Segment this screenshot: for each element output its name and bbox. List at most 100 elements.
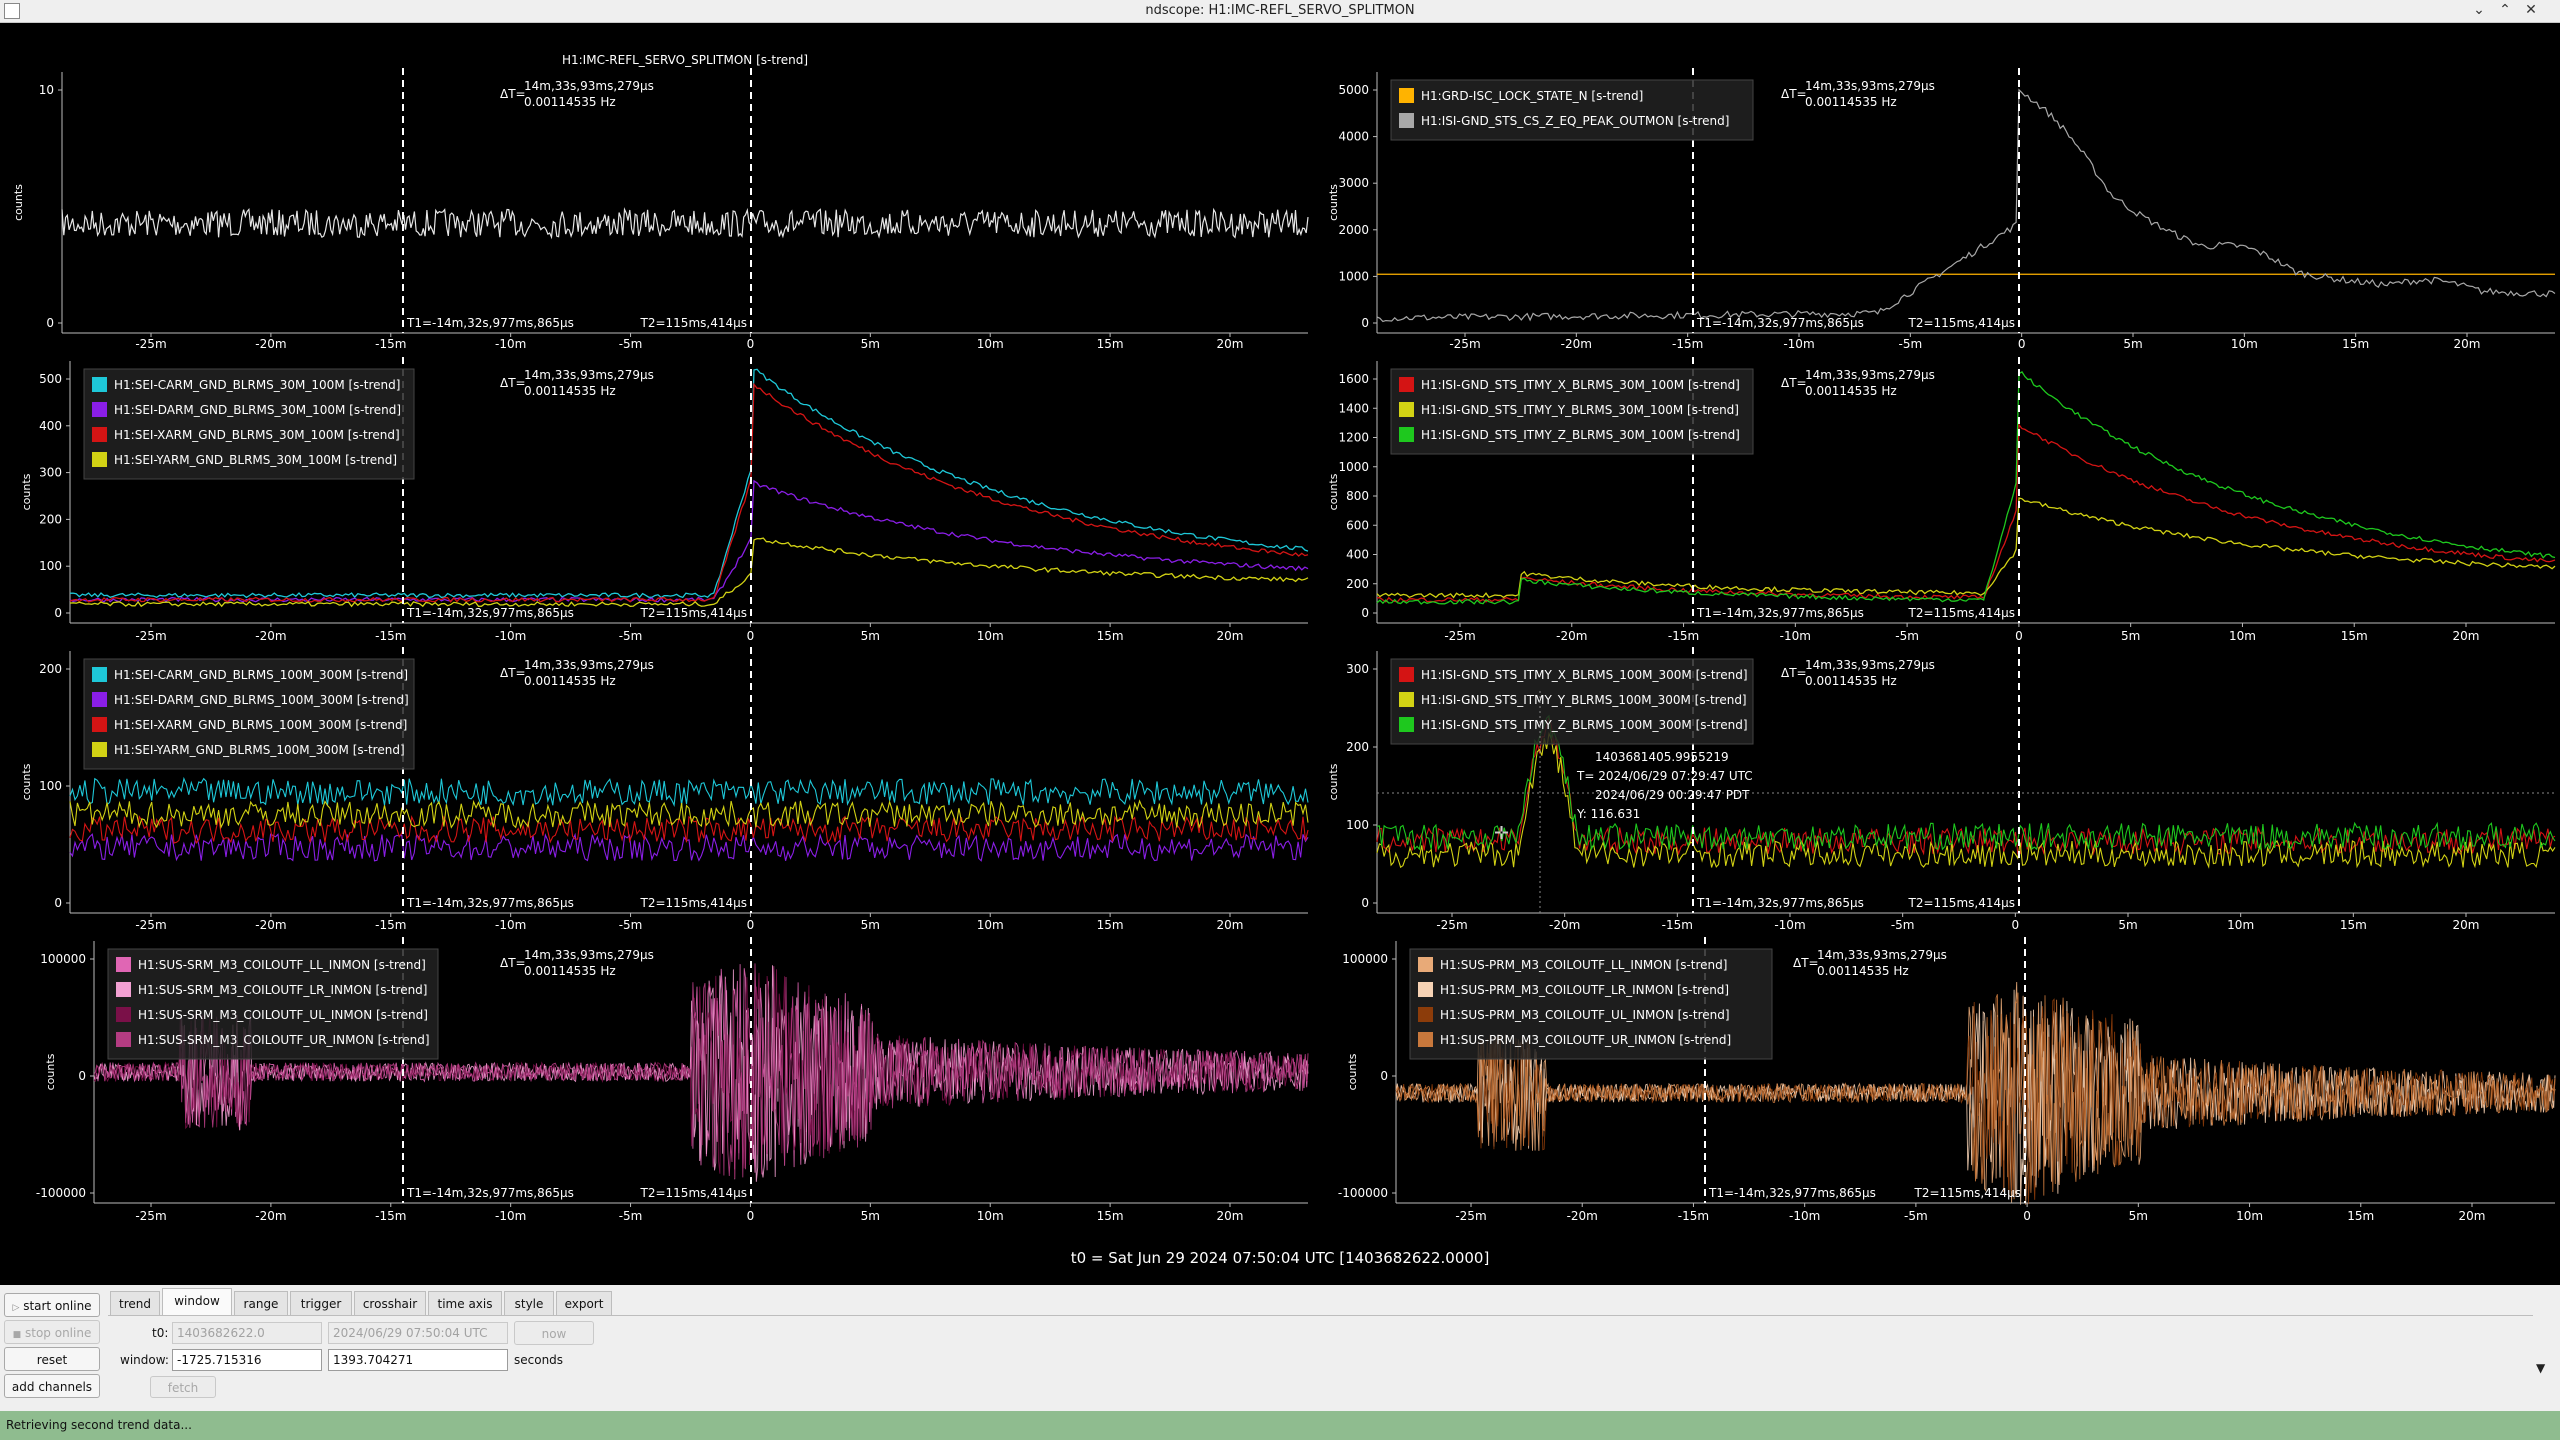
now-button[interactable]: now bbox=[514, 1321, 594, 1345]
t1-cursor-label: T1=-14m,32s,977ms,865μs bbox=[406, 1186, 574, 1200]
y-axis-label: counts bbox=[20, 473, 33, 510]
y-tick-label: 100 bbox=[1346, 818, 1369, 832]
start-online-button[interactable]: ▷ start online bbox=[4, 1293, 100, 1317]
trace-line bbox=[61, 207, 1309, 240]
x-tick-label: -25m bbox=[1444, 629, 1475, 643]
tab-crosshair[interactable]: crosshair bbox=[354, 1291, 426, 1315]
t2-cursor-label: T2=115ms,414μs bbox=[640, 1186, 747, 1200]
x-tick-label: 20m bbox=[2453, 629, 2480, 643]
y-tick-label: 200 bbox=[1346, 577, 1369, 591]
y-tick-label: 100000 bbox=[1342, 952, 1388, 966]
x-tick-label: -20m bbox=[1549, 918, 1580, 932]
down-arrow-icon[interactable]: ▼ bbox=[2536, 1361, 2545, 1375]
delta-t-value: 14m,33s,93ms,279μs bbox=[1817, 948, 1947, 962]
x-tick-label: 20m bbox=[1217, 1209, 1244, 1223]
x-tick-label: -25m bbox=[135, 918, 166, 932]
tab-range[interactable]: range bbox=[234, 1291, 288, 1315]
delta-t-value: 14m,33s,93ms,279μs bbox=[1805, 368, 1935, 382]
delta-f-value: 0.00114535 Hz bbox=[1805, 674, 1897, 688]
y-tick-label: 100 bbox=[39, 559, 62, 573]
delta-f-value: 0.00114535 Hz bbox=[1817, 964, 1909, 978]
x-tick-label: -20m bbox=[255, 1209, 286, 1223]
t0-utc-field[interactable]: 2024/06/29 07:50:04 UTC bbox=[328, 1322, 508, 1344]
y-tick-label: 1000 bbox=[1338, 269, 1369, 283]
legend-swatch bbox=[1418, 1007, 1433, 1022]
y-tick-label: 0 bbox=[1361, 606, 1369, 620]
y-tick-label: 0 bbox=[1380, 1069, 1388, 1083]
x-tick-label: 0 bbox=[747, 629, 755, 643]
x-tick-label: 5m bbox=[2121, 629, 2140, 643]
window-start-field[interactable]: -1725.715316 bbox=[172, 1349, 322, 1371]
trace-line bbox=[69, 776, 1309, 807]
x-tick-label: 10m bbox=[977, 1209, 1004, 1223]
x-tick-label: -10m bbox=[1780, 629, 1811, 643]
legend-entry: H1:SEI-CARM_GND_BLRMS_100M_300M [s-trend… bbox=[114, 668, 408, 682]
x-tick-label: -25m bbox=[1455, 1209, 1486, 1223]
x-tick-label: -25m bbox=[1449, 337, 1480, 351]
legend-entry: H1:ISI-GND_STS_ITMY_Y_BLRMS_30M_100M [s-… bbox=[1421, 403, 1739, 417]
window-end-field[interactable]: 1393.704271 bbox=[328, 1349, 508, 1371]
tab-trigger[interactable]: trigger bbox=[290, 1291, 352, 1315]
crosshair-readout: 2024/06/29 00:29:47 PDT bbox=[1595, 788, 1750, 802]
close-icon[interactable]: ✕ bbox=[2522, 1, 2540, 19]
legend-entry: H1:SEI-XARM_GND_BLRMS_100M_300M [s-trend… bbox=[114, 718, 407, 732]
add-channels-button[interactable]: add channels bbox=[4, 1374, 100, 1398]
x-tick-label: -20m bbox=[1556, 629, 1587, 643]
legend-entry: H1:ISI-GND_STS_CS_Z_EQ_PEAK_OUTMON [s-tr… bbox=[1421, 114, 1729, 128]
legend-entry: H1:SEI-DARM_GND_BLRMS_30M_100M [s-trend] bbox=[114, 403, 401, 417]
delta-f-value: 0.00114535 Hz bbox=[1805, 95, 1897, 109]
x-tick-label: -15m bbox=[375, 918, 406, 932]
x-tick-label: -20m bbox=[1567, 1209, 1598, 1223]
y-tick-label: 5000 bbox=[1338, 83, 1369, 97]
crosshair-readout: T= 2024/06/29 07:29:47 UTC bbox=[1576, 769, 1753, 783]
x-tick-label: -5m bbox=[1895, 629, 1919, 643]
plot-canvas[interactable]: counts100-25m -20m -15m -10m -5m 0 5m 10m 15m 20m… bbox=[0, 23, 2560, 1285]
tab-style[interactable]: style bbox=[504, 1291, 554, 1315]
reset-button[interactable]: reset bbox=[4, 1347, 100, 1371]
stop-online-label: stop online bbox=[25, 1326, 92, 1340]
x-tick-label: 0 bbox=[747, 337, 755, 351]
legend-entry: H1:ISI-GND_STS_ITMY_Z_BLRMS_30M_100M [s-… bbox=[1421, 428, 1740, 442]
seconds-label: seconds bbox=[514, 1353, 564, 1367]
x-tick-label: 20m bbox=[2453, 918, 2480, 932]
stop-online-button[interactable]: ■ stop online bbox=[4, 1320, 100, 1344]
legend-swatch bbox=[1399, 402, 1414, 417]
x-tick-label: 10m bbox=[2231, 337, 2258, 351]
x-tick-label: 0 bbox=[747, 1209, 755, 1223]
tab-window[interactable]: window bbox=[162, 1288, 232, 1316]
legend-entry: H1:SUS-SRM_M3_COILOUTF_LL_INMON [s-trend… bbox=[138, 958, 426, 972]
legend-entry: H1:SEI-DARM_GND_BLRMS_100M_300M [s-trend… bbox=[114, 693, 409, 707]
tab-trend[interactable]: trend bbox=[110, 1291, 160, 1315]
minimize-icon[interactable]: ⌄ bbox=[2470, 1, 2488, 19]
tab-time-axis[interactable]: time axis bbox=[428, 1291, 502, 1315]
x-tick-label: -5m bbox=[1899, 337, 1923, 351]
x-tick-label: -5m bbox=[1904, 1209, 1928, 1223]
delta-t-label: ΔT= bbox=[500, 666, 526, 680]
plot-area[interactable]: counts 10 0 -25m -20m -15m -10m -5m 0 5m 10m 15m 20m… bbox=[0, 23, 2560, 1285]
fetch-button[interactable]: fetch bbox=[150, 1376, 216, 1398]
x-tick-label: 0 bbox=[2012, 918, 2020, 932]
trace-line bbox=[69, 814, 1309, 845]
legend-entry: H1:SUS-SRM_M3_COILOUTF_UR_INMON [s-trend… bbox=[138, 1033, 430, 1047]
t1-cursor-label: T1=-14m,32s,977ms,865μs bbox=[406, 606, 574, 620]
tab-export[interactable]: export bbox=[556, 1291, 612, 1315]
maximize-icon[interactable]: ⌃ bbox=[2496, 1, 2514, 19]
delta-t-value: 14m,33s,93ms,279μs bbox=[1805, 79, 1935, 93]
y-axis-label: counts bbox=[1327, 473, 1340, 510]
t0-gps-field[interactable]: 1403682622.0 bbox=[172, 1322, 322, 1344]
trace-line bbox=[69, 799, 1309, 830]
legend-entry: H1:SUS-PRM_M3_COILOUTF_LL_INMON [s-trend… bbox=[1440, 958, 1727, 972]
plot-panel-5: counts 200 100 0 -25m -20m -15m -10m -5m 0 5m 10m 15… bbox=[20, 647, 1309, 932]
title-bar: ndscope: H1:IMC-REFL_SERVO_SPLITMON ⌄ ⌃ … bbox=[0, 0, 2560, 23]
legend-entry: H1:SUS-PRM_M3_COILOUTF_LR_INMON [s-trend… bbox=[1440, 983, 1729, 997]
legend-swatch bbox=[92, 667, 107, 682]
crosshair-readout: Y: 116.631 bbox=[1576, 807, 1640, 821]
x-tick-label: -5m bbox=[619, 337, 643, 351]
legend-swatch bbox=[92, 692, 107, 707]
legend-swatch bbox=[92, 402, 107, 417]
delta-t-label: ΔT= bbox=[500, 956, 526, 970]
plot-panel-6: counts 300 200 100 0 -25m -20m -15m -10m -5m 0 5m 10… bbox=[1327, 647, 2556, 932]
y-axis-label: counts bbox=[1327, 763, 1340, 800]
delta-f-value: 0.00114535 Hz bbox=[1805, 384, 1897, 398]
legend-swatch bbox=[92, 742, 107, 757]
